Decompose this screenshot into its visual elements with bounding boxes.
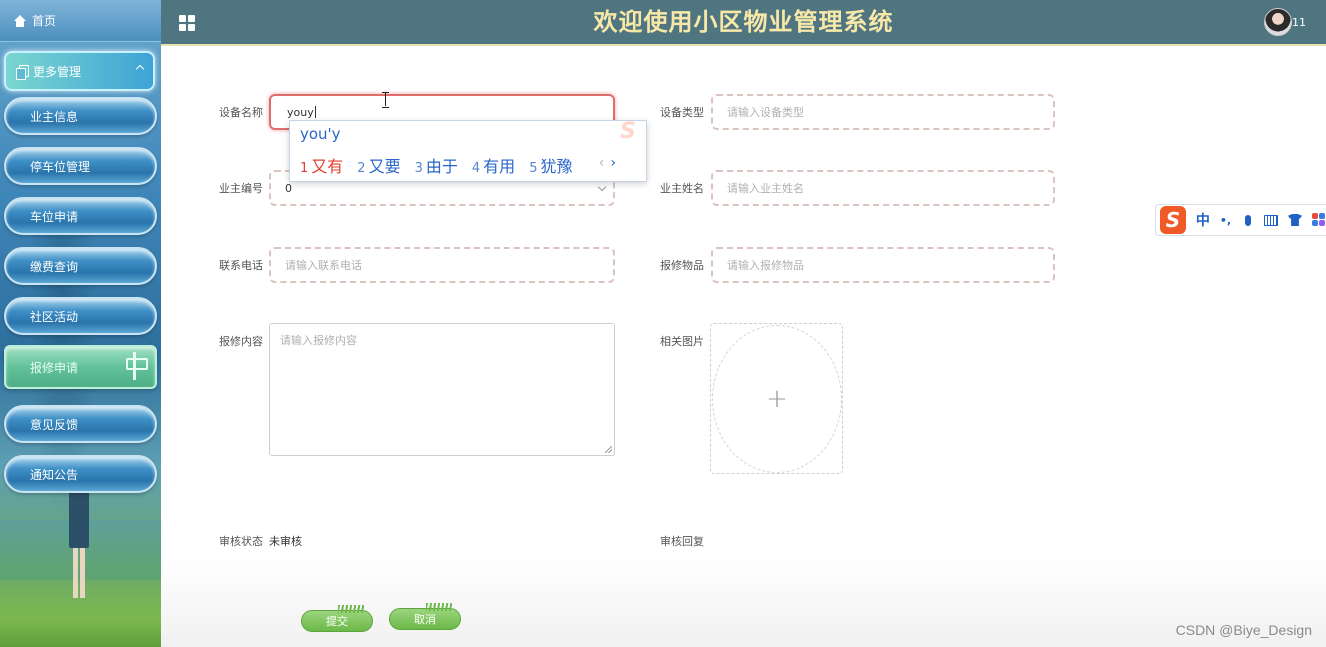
ime-page-nav: ‹› — [599, 155, 622, 171]
user-name[interactable]: 11 — [1292, 16, 1306, 29]
review-status-value: 未审核 — [269, 535, 302, 548]
ime-toolbar[interactable]: S 中 •, — [1155, 204, 1326, 236]
device-name-label: 设备名称 — [219, 106, 263, 119]
mic-icon[interactable] — [1241, 213, 1254, 227]
phone-label: 联系电话 — [219, 259, 263, 272]
apps-icon[interactable] — [1312, 213, 1326, 227]
repair-item-input[interactable]: 请输入报修物品 — [711, 247, 1055, 283]
repair-item-placeholder: 请输入报修物品 — [727, 259, 804, 272]
cancel-button[interactable]: 取消 — [389, 603, 461, 630]
repair-item-label: 报修物品 — [660, 259, 704, 272]
avatar[interactable] — [1264, 8, 1292, 36]
sidebar-item-parking-management[interactable]: 停车位管理 — [4, 147, 157, 185]
home-icon — [14, 14, 26, 27]
sidebar-item-parking-application[interactable]: 车位申请 — [4, 197, 157, 235]
sidebar-item-label: 停车位管理 — [30, 159, 91, 174]
signpost-icon — [125, 352, 148, 380]
sidebar-item-label: 报修申请 — [30, 360, 79, 375]
phone-input[interactable]: 请输入联系电话 — [269, 247, 615, 283]
sidebar-item-owner-info[interactable]: 业主信息 — [4, 97, 157, 135]
nav-home[interactable]: 首页 — [0, 0, 161, 42]
nav-group-more-management[interactable]: 更多管理 — [4, 51, 155, 91]
sidebar-item-payment-query[interactable]: 缴费查询 — [4, 247, 157, 285]
sidebar-item-label: 业主信息 — [30, 109, 79, 124]
review-status-label: 审核状态 — [219, 535, 263, 548]
ime-prev-icon[interactable]: ‹ — [599, 155, 611, 171]
sidebar-item-label: 社区活动 — [30, 309, 79, 324]
owner-id-value: 0 — [285, 181, 292, 195]
submit-button[interactable]: 提交 — [301, 605, 373, 632]
ime-next-icon[interactable]: › — [610, 155, 622, 171]
ime-candidate[interactable]: 5 犹豫 — [529, 153, 572, 177]
ime-candidate-popup[interactable]: you'y 1 又有 2 又要 3 由于 4 有用 5 犹豫 ‹› S — [289, 119, 647, 182]
chevron-down-icon — [597, 182, 607, 192]
image-upload[interactable]: + — [710, 323, 843, 474]
watermark: CSDN @Biye_Design — [1175, 622, 1312, 638]
sogou-watermark-icon: S — [620, 119, 636, 144]
owner-name-placeholder: 请输入业主姓名 — [727, 182, 804, 195]
form-footer-bg — [161, 557, 1326, 647]
chevron-up-icon — [135, 64, 145, 74]
ime-candidate[interactable]: 1 又有 — [300, 153, 343, 177]
repair-content-placeholder: 请输入报修内容 — [280, 334, 357, 347]
owner-name-input[interactable]: 请输入业主姓名 — [711, 170, 1055, 206]
ime-candidate[interactable]: 4 有用 — [472, 153, 515, 177]
sidebar: 首页 更多管理 业主信息 停车位管理 车位申请 缴费查询 社区活动 报修申请 意… — [0, 0, 161, 647]
sidebar-item-feedback[interactable]: 意见反馈 — [4, 405, 157, 443]
sogou-logo-icon[interactable]: S — [1160, 206, 1186, 234]
repair-content-label: 报修内容 — [219, 335, 263, 348]
punctuation-toggle[interactable]: •, — [1220, 214, 1231, 227]
top-header: 欢迎使用小区物业管理系统 11 — [161, 0, 1326, 46]
grass-decoration — [338, 605, 364, 613]
sidebar-item-label: 意见反馈 — [30, 417, 79, 432]
page-title: 欢迎使用小区物业管理系统 — [593, 8, 894, 36]
ime-mode-toggle[interactable]: 中 — [1196, 210, 1210, 230]
cancel-button-label: 取消 — [414, 613, 436, 626]
skin-icon[interactable] — [1288, 213, 1302, 227]
review-reply-label: 审核回复 — [660, 535, 704, 548]
device-name-value: youy — [287, 105, 314, 119]
resize-handle[interactable] — [605, 446, 612, 453]
ime-pinyin: you'y — [300, 125, 341, 143]
sidebar-item-label: 通知公告 — [30, 467, 79, 482]
nav-home-label: 首页 — [32, 14, 57, 28]
device-type-placeholder: 请输入设备类型 — [727, 106, 804, 119]
device-type-input[interactable]: 请输入设备类型 — [711, 94, 1055, 130]
related-image-label: 相关图片 — [660, 335, 704, 348]
phone-placeholder: 请输入联系电话 — [285, 259, 362, 272]
sidebar-item-community-events[interactable]: 社区活动 — [4, 297, 157, 335]
keyboard-icon[interactable] — [1264, 213, 1278, 227]
repair-content-textarea[interactable]: 请输入报修内容 — [269, 323, 615, 456]
sidebar-item-repair-request[interactable]: 报修申请 — [4, 345, 157, 389]
sidebar-item-label: 车位申请 — [30, 209, 79, 224]
submit-button-label: 提交 — [326, 615, 348, 628]
grass-decoration — [426, 603, 452, 611]
nav-group-label: 更多管理 — [33, 64, 82, 79]
text-caret — [314, 106, 316, 118]
device-type-label: 设备类型 — [660, 106, 704, 119]
ime-candidate[interactable]: 3 由于 — [415, 153, 458, 177]
plus-icon: + — [766, 384, 788, 414]
sidebar-item-label: 缴费查询 — [30, 259, 79, 274]
owner-id-label: 业主编号 — [219, 182, 263, 195]
sidebar-item-notices[interactable]: 通知公告 — [4, 455, 157, 493]
text-cursor-icon — [382, 92, 390, 108]
copy-icon — [16, 64, 29, 80]
ime-candidate-list: 1 又有 2 又要 3 由于 4 有用 5 犹豫 — [300, 153, 572, 177]
ime-candidate[interactable]: 2 又要 — [357, 153, 400, 177]
owner-name-label: 业主姓名 — [660, 182, 704, 195]
